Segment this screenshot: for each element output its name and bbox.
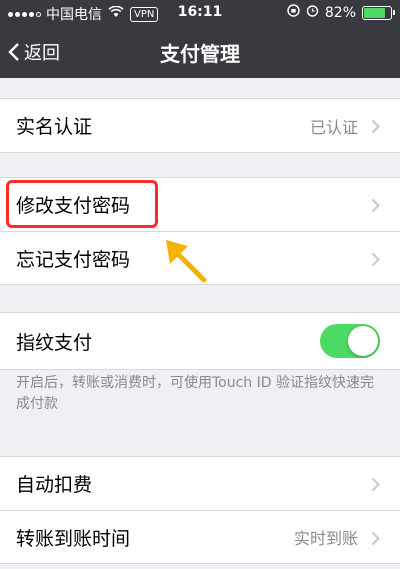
page-title: 支付管理 (160, 42, 240, 66)
chevron-right-icon (371, 252, 380, 267)
fingerprint-label: 指纹支付 (16, 331, 93, 354)
transfer-group: 自动扣费 转账到账时间 实时到账 (0, 456, 400, 564)
auto-deduct-label: 自动扣费 (16, 474, 93, 496)
verify-cell[interactable]: 实名认证 已认证 (0, 99, 400, 152)
auto-deduct-cell[interactable]: 自动扣费 (0, 457, 400, 510)
verify-group: 实名认证 已认证 (0, 98, 400, 153)
chevron-right-icon (371, 477, 380, 492)
verify-label: 实名认证 (16, 116, 93, 138)
chevron-right-icon (371, 119, 380, 134)
status-bar: 中国电信 VPN 16:11 82% (0, 0, 400, 26)
highlight-box (6, 180, 158, 228)
chevron-right-icon (371, 198, 380, 213)
verify-status: 已认证 (309, 117, 358, 137)
fingerprint-group: 指纹支付 (0, 312, 400, 370)
transfer-time-cell[interactable]: 转账到账时间 实时到账 (0, 510, 400, 563)
fingerprint-toggle[interactable] (320, 324, 380, 358)
battery-icon (362, 5, 395, 20)
transfer-time-value: 实时到账 (293, 529, 358, 548)
pointer-arrow-icon (166, 240, 207, 283)
forgot-password-label: 忘记支付密码 (16, 248, 131, 271)
nav-bar: 返回 支付管理 (0, 26, 400, 78)
rotation-lock-icon (287, 4, 300, 21)
alarm-icon (306, 4, 319, 21)
top-bar: 中国电信 VPN 16:11 82% 返回 支付管理 (0, 0, 400, 78)
fingerprint-cell: 指纹支付 (0, 313, 400, 369)
fingerprint-hint: 开启后，转账或消费时，可使用Touch ID 验证指纹快速完成付款 (16, 375, 374, 412)
battery-percent: 82% (324, 4, 356, 21)
chevron-right-icon (371, 531, 380, 546)
transfer-time-label: 转账到账时间 (16, 527, 131, 550)
